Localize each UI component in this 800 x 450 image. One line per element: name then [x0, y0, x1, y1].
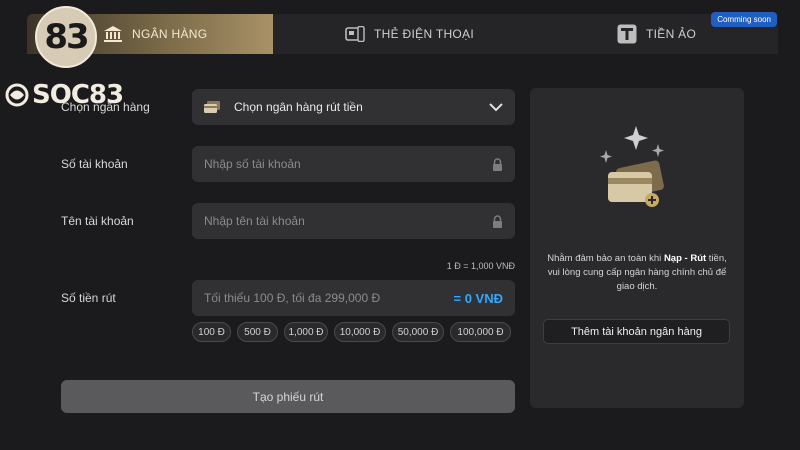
quick-amount-list: 100 Đ 500 Đ 1,000 Đ 10,000 Đ 50,000 Đ 10…	[192, 322, 511, 342]
amount-converted-value: = 0 VNĐ	[453, 290, 504, 306]
chevron-down-icon	[489, 102, 503, 111]
quick-amount-chip[interactable]: 1,000 Đ	[284, 322, 328, 342]
add-bank-account-button[interactable]: Thêm tài khoản ngân hàng	[543, 319, 730, 344]
bank-info-text-start: Nhằm đảm bảo an toàn khi	[547, 253, 664, 264]
exchange-rate-text: 1 Đ = 1,000 VNĐ	[446, 261, 515, 271]
amount-placeholder: Tối thiểu 100 Đ, tối đa 299,000 Đ	[204, 291, 381, 305]
quick-amount-chip[interactable]: 100,000 Đ	[450, 322, 511, 342]
lock-icon	[493, 157, 502, 171]
account-name-field[interactable]: Nhập tên tài khoản	[192, 203, 515, 239]
tether-icon	[617, 24, 637, 44]
account-number-label: Số tài khoản	[61, 157, 128, 171]
bank-select[interactable]: Chọn ngân hàng rút tiền	[192, 89, 515, 125]
account-name-label: Tên tài khoản	[61, 214, 134, 228]
account-name-placeholder: Nhập tên tài khoản	[204, 214, 305, 228]
tab-crypto-label: TIỀN ẢO	[646, 27, 697, 41]
quick-amount-chip[interactable]: 100 Đ	[192, 322, 231, 342]
bank-info-panel: Nhằm đảm bảo an toàn khi Nạp - Rút tiền,…	[530, 88, 744, 408]
account-number-placeholder: Nhập số tài khoản	[204, 157, 301, 171]
create-withdraw-button[interactable]: Tạo phiếu rút	[61, 380, 515, 413]
logo-swirl-icon	[5, 83, 29, 107]
account-number-field[interactable]: Nhập số tài khoản	[192, 146, 515, 182]
quick-amount-chip[interactable]: 50,000 Đ	[392, 322, 444, 342]
bank-card-illustration-icon	[600, 126, 664, 207]
bank-select-value: Chọn ngân hàng rút tiền	[234, 100, 363, 114]
lock-icon	[493, 214, 502, 228]
tab-phone-card-label: THẺ ĐIỆN THOẠI	[374, 27, 474, 41]
logo-badge: 83	[35, 6, 97, 68]
amount-field[interactable]: Tối thiểu 100 Đ, tối đa 299,000 Đ = 0 VN…	[192, 280, 515, 316]
phone-card-icon	[345, 26, 365, 42]
amount-label: Số tiền rút	[61, 291, 116, 305]
withdraw-method-tabs: NGÂN HÀNG THẺ ĐIỆN THOẠI TIỀN ẢO Comming…	[27, 12, 778, 54]
bank-info-text-bold: Nạp - Rút	[663, 253, 707, 264]
logo-badge-number: 83	[44, 17, 89, 57]
bank-select-label: Chọn ngân hàng	[61, 100, 150, 114]
bank-icon	[104, 26, 122, 42]
tab-bank-label: NGÂN HÀNG	[132, 27, 208, 41]
bank-card-icon	[204, 101, 220, 113]
quick-amount-chip[interactable]: 10,000 Đ	[334, 322, 386, 342]
tab-phone-card[interactable]: THẺ ĐIỆN THOẠI	[345, 14, 474, 54]
quick-amount-chip[interactable]: 500 Đ	[237, 322, 278, 342]
bank-info-text: Nhằm đảm bảo an toàn khi Nạp - Rút tiền,…	[530, 252, 744, 294]
tab-crypto[interactable]: TIỀN ẢO	[617, 14, 696, 54]
coming-soon-badge: Comming soon	[711, 12, 777, 27]
